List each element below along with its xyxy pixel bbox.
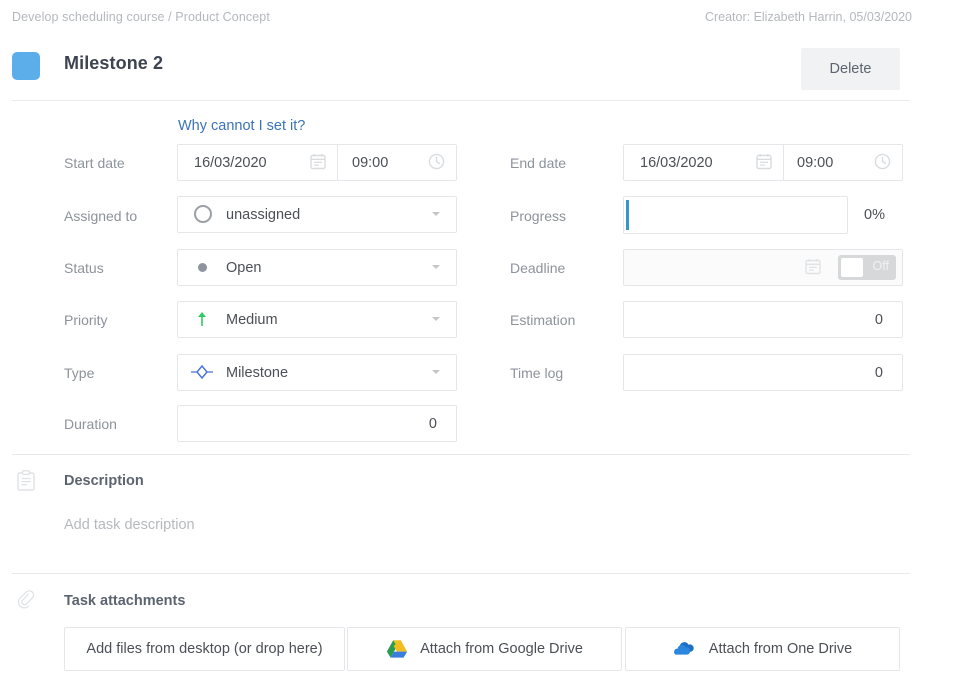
deadline-toggle[interactable]: Off <box>838 255 896 280</box>
toggle-knob <box>841 258 863 277</box>
clock-icon[interactable] <box>428 153 445 170</box>
estimation-label: Estimation <box>510 312 576 328</box>
attach-one-drive-label: Attach from One Drive <box>708 641 853 657</box>
calendar-icon[interactable] <box>310 153 326 170</box>
type-dropdown[interactable] <box>177 354 457 391</box>
progress-input[interactable] <box>623 196 848 234</box>
description-title: Description <box>64 473 144 489</box>
priority-dropdown[interactable] <box>177 301 457 338</box>
attach-google-drive-button[interactable]: Attach from Google Drive <box>347 627 622 671</box>
calendar-icon[interactable] <box>756 153 772 170</box>
status-value: Open <box>226 260 262 276</box>
assigned-to-dropdown[interactable] <box>177 196 457 233</box>
one-drive-icon <box>673 640 697 658</box>
progress-label: Progress <box>510 208 567 224</box>
google-drive-icon <box>386 639 408 659</box>
type-label: Type <box>64 365 95 381</box>
divider-description <box>12 454 910 455</box>
why-cannot-set-link[interactable]: Why cannot I set it? <box>178 118 305 134</box>
arrow-up-icon <box>195 310 209 328</box>
chevron-down-icon[interactable] <box>432 317 440 321</box>
top-bar: Develop scheduling course / Product Conc… <box>0 0 967 38</box>
attach-google-drive-label: Attach from Google Drive <box>420 641 583 657</box>
paperclip-icon <box>16 589 36 611</box>
progress-cursor <box>626 200 629 230</box>
empty-avatar-icon <box>194 205 212 223</box>
calendar-icon <box>805 258 821 275</box>
task-color-swatch[interactable] <box>12 52 40 80</box>
end-date-value: 16/03/2020 <box>640 155 713 171</box>
delete-button[interactable]: Delete <box>801 48 900 90</box>
deadline-label: Deadline <box>510 260 566 276</box>
progress-percent: 0% <box>864 207 885 223</box>
clock-icon[interactable] <box>874 153 891 170</box>
milestone-diamond-icon <box>190 363 214 381</box>
title-row: Milestone 2 Delete <box>0 38 967 100</box>
start-date-label: Start date <box>64 155 125 171</box>
end-date-separator <box>783 145 784 180</box>
breadcrumb[interactable]: Develop scheduling course / Product Conc… <box>12 10 270 24</box>
priority-value: Medium <box>226 312 278 328</box>
chevron-down-icon[interactable] <box>432 265 440 269</box>
start-date-separator <box>337 145 338 180</box>
creator-info: Creator: Elizabeth Harrin, 05/03/2020 <box>704 10 912 24</box>
end-date-label: End date <box>510 155 567 171</box>
priority-label: Priority <box>64 312 108 328</box>
start-time-value: 09:00 <box>352 155 389 171</box>
task-detail-page: Develop scheduling course / Product Conc… <box>0 0 967 695</box>
status-dropdown[interactable] <box>177 249 457 286</box>
assigned-to-label: Assigned to <box>64 208 138 224</box>
time-log-value: 0 <box>874 365 883 381</box>
estimation-value: 0 <box>874 312 883 328</box>
time-log-label: Time log <box>510 365 564 381</box>
assigned-to-value: unassigned <box>226 207 301 223</box>
chevron-down-icon[interactable] <box>432 370 440 374</box>
duration-label: Duration <box>64 416 117 432</box>
type-value: Milestone <box>226 365 289 381</box>
status-dot-icon <box>198 263 207 272</box>
toggle-state-label: Off <box>872 259 889 273</box>
attachments-title: Task attachments <box>64 593 186 609</box>
end-time-value: 09:00 <box>797 155 834 171</box>
status-label: Status <box>64 260 104 276</box>
add-files-label: Add files from desktop (or drop here) <box>86 641 323 657</box>
attach-one-drive-button[interactable]: Attach from One Drive <box>625 627 900 671</box>
chevron-down-icon[interactable] <box>432 212 440 216</box>
divider-top <box>12 100 910 101</box>
clipboard-icon <box>16 470 36 492</box>
add-files-from-desktop-button[interactable]: Add files from desktop (or drop here) <box>64 627 345 671</box>
page-title: Milestone 2 <box>64 53 164 73</box>
start-date-value: 16/03/2020 <box>194 155 267 171</box>
divider-attachments <box>12 573 910 574</box>
description-input[interactable]: Add task description <box>64 517 195 533</box>
duration-value: 0 <box>428 416 437 432</box>
